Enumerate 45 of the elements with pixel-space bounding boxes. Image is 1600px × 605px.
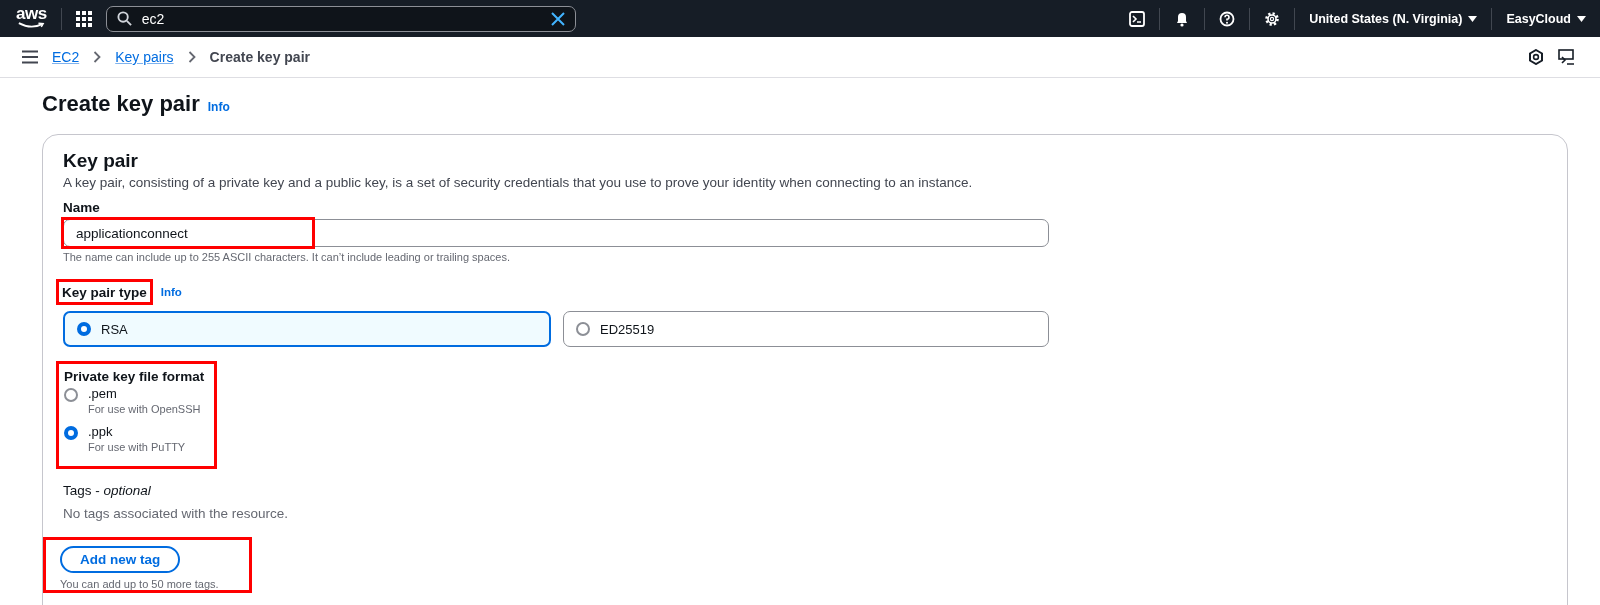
grid-icon[interactable]	[75, 10, 92, 27]
field-label: Name	[63, 200, 101, 215]
field-label: Private key file format	[64, 369, 205, 384]
breadcrumb-link[interactable]: Key pairs	[115, 49, 174, 65]
radio-button[interactable]	[77, 322, 91, 336]
option-description: For use with PuTTY	[88, 441, 186, 455]
radio-button[interactable]	[576, 322, 590, 336]
info-link[interactable]: Info	[207, 100, 230, 114]
tags-limit-hint: You can add up to 50 more tags.	[60, 578, 219, 590]
option-label: RSA	[101, 321, 128, 337]
option-description: For use with OpenSSH	[88, 403, 201, 417]
settings-icon[interactable]	[1264, 10, 1281, 27]
option-label: .ppk	[88, 424, 114, 441]
region-menu[interactable]: United States (N. Virginia)	[1309, 11, 1478, 26]
breadcrumb-link[interactable]: EC2	[52, 49, 80, 65]
chevron-icon	[93, 51, 102, 63]
chevron-icon	[187, 51, 196, 63]
empty-tags-text: No tags associated with the resource.	[63, 506, 290, 521]
section-description: A key pair, consisting of a private key and a public key, is a set of security credentials that you use to prove your identity when connecting to an instance.	[63, 175, 974, 190]
monitor-icon[interactable]	[1558, 48, 1576, 66]
logo[interactable]: aws	[16, 5, 47, 29]
breadcrumb-current: Create key pair	[209, 49, 310, 65]
section-heading: Key pair	[63, 149, 139, 173]
search-field[interactable]: ec2	[105, 5, 576, 32]
add-tag-button[interactable]: Add new tag	[60, 546, 181, 573]
page-title: Create key pair	[42, 90, 200, 118]
radio-tile[interactable]: ED25519	[563, 311, 1049, 347]
caret-icon	[1577, 15, 1586, 22]
radio-tile[interactable]: RSA	[63, 311, 551, 347]
menu-icon[interactable]	[22, 50, 38, 64]
field-label: Key pair type	[62, 285, 147, 300]
info-link[interactable]: Info	[160, 286, 182, 298]
terminal-icon[interactable]	[1129, 10, 1146, 27]
option-label: .pem	[88, 386, 118, 403]
search-icon	[116, 11, 132, 26]
radio-button[interactable]	[64, 388, 78, 402]
option-label: ED25519	[600, 321, 655, 337]
tags-label: Tags - optional	[63, 483, 152, 498]
hexagon-icon[interactable]	[1528, 49, 1544, 65]
caret-icon	[1468, 15, 1478, 22]
clear-icon[interactable]	[550, 11, 565, 26]
field-hint: The name can include up to 255 ASCII characters. It can’t include leading or trailing spaces.	[63, 251, 511, 263]
radio-button[interactable]	[64, 426, 78, 440]
account-menu[interactable]: EasyCloud	[1506, 11, 1586, 26]
help-icon[interactable]	[1219, 10, 1236, 27]
